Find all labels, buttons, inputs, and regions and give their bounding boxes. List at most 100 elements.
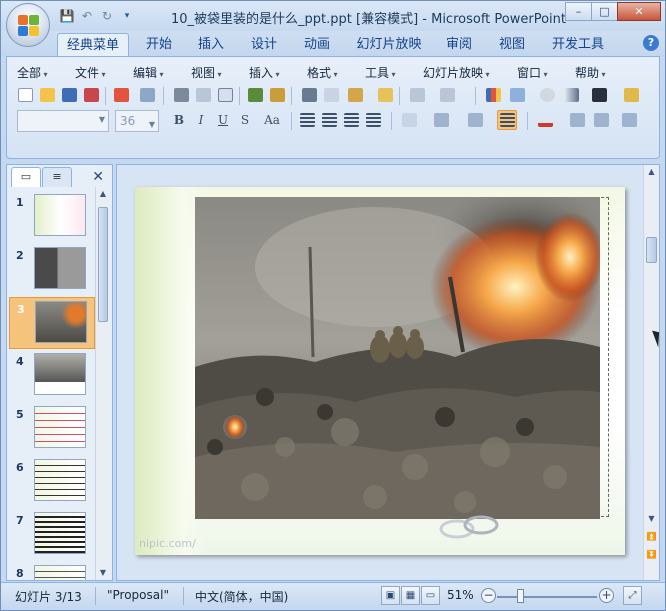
more-tools-icon[interactable] bbox=[621, 85, 641, 105]
align-right-icon[interactable] bbox=[341, 110, 361, 130]
menu-help[interactable]: 帮助 bbox=[575, 64, 606, 81]
permission-icon[interactable] bbox=[81, 85, 101, 105]
slide-thumbnail[interactable]: 4 bbox=[9, 350, 95, 402]
bold-button[interactable]: B bbox=[169, 110, 189, 130]
font-size-box[interactable]: 36 ▼ bbox=[115, 110, 159, 132]
slide-thumbnail[interactable]: 6 bbox=[9, 456, 95, 508]
font-name-box[interactable]: ▼ bbox=[17, 110, 109, 132]
new-icon[interactable] bbox=[15, 85, 35, 105]
undo-icon[interactable] bbox=[407, 85, 427, 105]
decrease-font-icon[interactable] bbox=[591, 110, 611, 130]
text-box-icon[interactable] bbox=[399, 110, 419, 130]
slide-scrollbar[interactable]: ▲ ▼ ⏫ ⏬ bbox=[643, 165, 659, 580]
color-grayscale-icon[interactable] bbox=[561, 85, 581, 105]
zoom-slider[interactable] bbox=[497, 596, 597, 598]
increase-font-icon[interactable] bbox=[567, 110, 587, 130]
tab-developer[interactable]: 开发工具 bbox=[546, 33, 610, 57]
redo-icon[interactable]: ↻ bbox=[99, 8, 115, 24]
undo-icon[interactable]: ↶ bbox=[79, 8, 95, 24]
table-icon[interactable] bbox=[507, 85, 527, 105]
tab-classic-menu[interactable]: 经典菜单 bbox=[57, 33, 129, 57]
customize-qat-icon[interactable]: ▾ bbox=[119, 8, 135, 24]
research-icon[interactable] bbox=[267, 85, 287, 105]
align-left-icon[interactable] bbox=[297, 110, 317, 130]
slide-thumbnail[interactable]: 7 bbox=[9, 509, 95, 561]
italic-button[interactable]: I bbox=[191, 110, 211, 130]
tab-review[interactable]: 审阅 bbox=[439, 33, 479, 57]
tab-design[interactable]: 设计 bbox=[244, 33, 284, 57]
menu-slideshow[interactable]: 幻灯片放映 bbox=[423, 64, 490, 81]
tab-animations[interactable]: 动画 bbox=[297, 33, 337, 57]
clipart-icon[interactable] bbox=[537, 85, 557, 105]
scroll-down-icon[interactable]: ▼ bbox=[96, 566, 110, 580]
change-case-button[interactable]: Aa bbox=[259, 110, 285, 130]
tab-home[interactable]: 开始 bbox=[139, 33, 179, 57]
underline-button[interactable]: U bbox=[213, 110, 233, 130]
language-indicator[interactable]: 中文(简体，中国) bbox=[195, 588, 288, 605]
slides-tab[interactable]: ▭ bbox=[11, 167, 41, 187]
outline-tab[interactable]: ≡ bbox=[42, 167, 72, 187]
menu-view[interactable]: 视图 bbox=[191, 64, 222, 81]
tab-insert[interactable]: 插入 bbox=[191, 33, 231, 57]
slide-thumbnail[interactable]: 2 bbox=[9, 244, 95, 296]
open-icon[interactable] bbox=[37, 85, 57, 105]
scroll-up-icon[interactable]: ▲ bbox=[644, 165, 659, 179]
zoom-level[interactable]: 51% bbox=[447, 588, 474, 602]
format-painter-icon[interactable] bbox=[375, 85, 395, 105]
slide-thumbnail[interactable]: 1 bbox=[9, 191, 95, 243]
menu-edit[interactable]: 编辑 bbox=[133, 64, 164, 81]
next-slide-icon[interactable]: ⏬ bbox=[644, 548, 659, 562]
close-button[interactable]: ✕ bbox=[617, 2, 661, 21]
menu-all[interactable]: 全部 bbox=[17, 64, 48, 81]
slide-thumbnail[interactable]: 5 bbox=[9, 403, 95, 455]
indent-icon[interactable] bbox=[619, 110, 639, 130]
numbering-icon[interactable] bbox=[497, 110, 517, 130]
spelling-icon[interactable] bbox=[245, 85, 265, 105]
bullets-icon[interactable] bbox=[465, 110, 485, 130]
slide-thumbnail-selected[interactable]: 3 bbox=[9, 297, 95, 349]
slide-view-icon[interactable] bbox=[215, 85, 235, 105]
fit-to-window-icon[interactable]: ⤢ bbox=[623, 586, 642, 605]
slides-pane-scrollbar[interactable]: ▲ ▼ bbox=[95, 187, 110, 580]
zoom-in-icon[interactable]: + bbox=[599, 588, 614, 603]
text-direction-icon[interactable] bbox=[431, 110, 451, 130]
shadow-button[interactable]: S bbox=[235, 110, 255, 130]
chart-icon[interactable] bbox=[483, 85, 503, 105]
scroll-down-icon[interactable]: ▼ bbox=[644, 512, 659, 526]
slide-sorter-icon[interactable]: ▦ bbox=[401, 586, 420, 605]
previous-slide-icon[interactable]: ⏫ bbox=[644, 530, 659, 544]
tab-slideshow[interactable]: 幻灯片放映 bbox=[351, 33, 427, 57]
menu-window[interactable]: 窗口 bbox=[517, 64, 548, 81]
current-slide[interactable]: nipic.com/ bbox=[135, 187, 625, 555]
menu-tools[interactable]: 工具 bbox=[365, 64, 396, 81]
email-icon[interactable] bbox=[111, 85, 131, 105]
cut-icon[interactable] bbox=[299, 85, 319, 105]
menu-file[interactable]: 文件 bbox=[75, 64, 106, 81]
copy-icon[interactable] bbox=[321, 85, 341, 105]
zoom-slider-thumb[interactable] bbox=[517, 589, 524, 603]
redo-icon[interactable] bbox=[437, 85, 457, 105]
slide-thumbnail[interactable]: 8 bbox=[9, 562, 95, 580]
save-icon[interactable] bbox=[59, 85, 79, 105]
close-icon[interactable]: ✕ bbox=[92, 169, 104, 185]
zoom-out-icon[interactable]: − bbox=[481, 588, 496, 603]
office-button[interactable] bbox=[6, 3, 50, 47]
normal-view-icon[interactable]: ▣ bbox=[381, 586, 400, 605]
publish-icon[interactable] bbox=[137, 85, 157, 105]
help-icon[interactable]: ? bbox=[643, 35, 659, 51]
font-color-icon[interactable] bbox=[535, 110, 555, 130]
maximize-button[interactable]: □ bbox=[591, 2, 618, 21]
battlefield-photo[interactable] bbox=[195, 197, 600, 519]
menu-insert[interactable]: 插入 bbox=[249, 64, 280, 81]
save-icon[interactable]: 💾 bbox=[59, 8, 75, 24]
align-center-icon[interactable] bbox=[319, 110, 339, 130]
scrollbar-thumb[interactable] bbox=[646, 237, 657, 263]
justify-icon[interactable] bbox=[363, 110, 383, 130]
scroll-up-icon[interactable]: ▲ bbox=[96, 187, 110, 201]
print-preview-icon[interactable] bbox=[193, 85, 213, 105]
menu-format[interactable]: 格式 bbox=[307, 64, 338, 81]
display-icon[interactable] bbox=[589, 85, 609, 105]
minimize-button[interactable]: – bbox=[565, 2, 592, 21]
tab-view[interactable]: 视图 bbox=[492, 33, 532, 57]
paste-icon[interactable] bbox=[345, 85, 365, 105]
